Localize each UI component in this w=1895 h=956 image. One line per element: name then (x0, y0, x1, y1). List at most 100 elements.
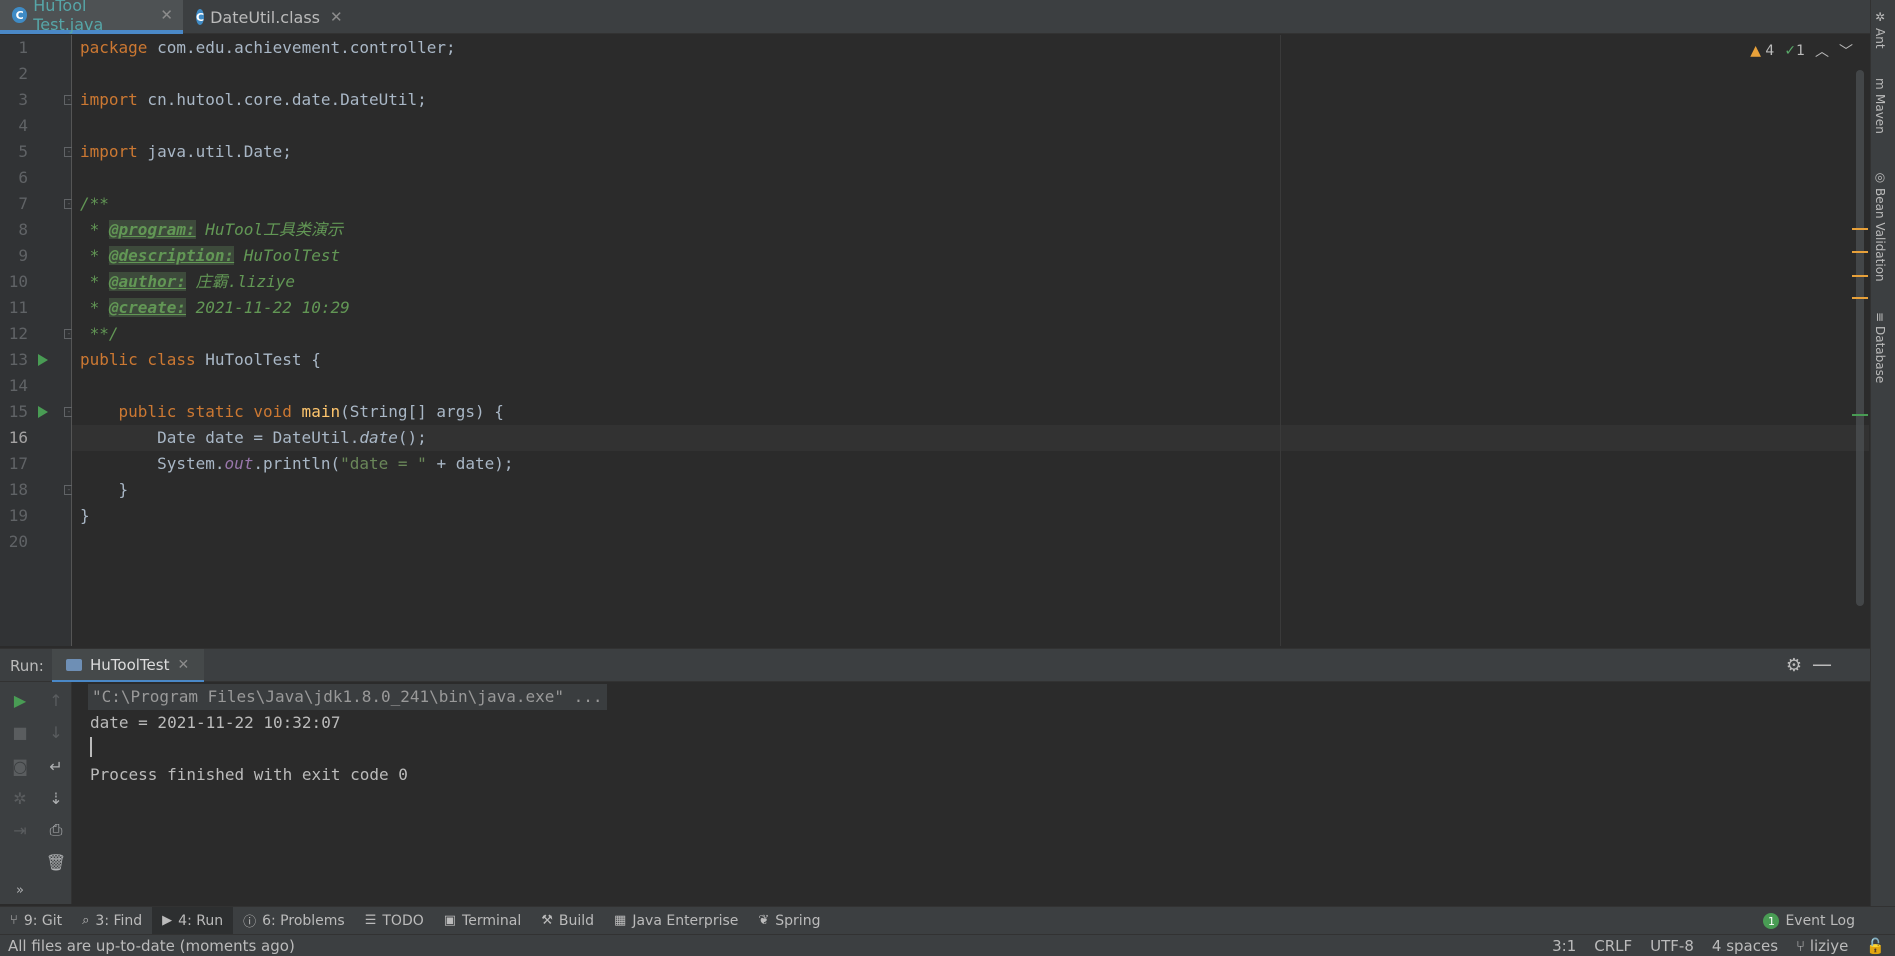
event-log-button[interactable]: 1 Event Log (1763, 907, 1855, 935)
tool-java-enterprise[interactable]: ▦ Java Enterprise (604, 907, 748, 935)
minimize-icon[interactable]: — (1812, 652, 1832, 676)
hammer-icon: ⚒ (541, 913, 553, 928)
git-branch-icon: ⑂ (10, 913, 18, 928)
inspection-widget[interactable]: ▲ 4 ✓1 ︿ ﹀ (1750, 41, 1853, 61)
line-number: 12 (8, 324, 28, 343)
console-output[interactable]: "C:\Program Files\Java\jdk1.8.0_241\bin\… (72, 682, 1869, 904)
warning-marker[interactable] (1852, 297, 1868, 299)
line-number: 10 (8, 272, 28, 291)
line-separator[interactable]: CRLF (1594, 937, 1632, 955)
run-config-icon (66, 658, 82, 671)
camera-icon[interactable]: ◙ (8, 754, 32, 778)
close-icon[interactable]: ✕ (330, 8, 343, 26)
tool-spring[interactable]: ❦ Spring (748, 907, 830, 935)
ok-count[interactable]: ✓1 (1784, 43, 1805, 59)
list-icon: ☰ (364, 913, 377, 928)
line-number: 2 (18, 64, 28, 83)
line-number: 16 (8, 428, 28, 447)
code-line-15: public static void main(String[] args) { (80, 402, 504, 421)
warning-marker[interactable] (1852, 251, 1868, 253)
terminal-icon: ▣ (443, 913, 457, 928)
line-number: 8 (18, 220, 28, 239)
login-icon[interactable]: ⇥ (8, 818, 32, 842)
code-line-5: import java.util.Date; (80, 142, 292, 161)
warning-marker[interactable] (1852, 228, 1868, 230)
close-icon[interactable]: ✕ (160, 6, 173, 24)
print-icon[interactable]: ⎙ (44, 818, 68, 842)
code-line-7: /** (80, 194, 109, 213)
lock-icon[interactable]: 🔓 (1866, 937, 1885, 955)
console-line: "C:\Program Files\Java\jdk1.8.0_241\bin\… (88, 684, 607, 710)
code-editor[interactable]: package com.edu.achievement.controller; … (72, 35, 1869, 646)
maven-tool[interactable]: m Maven (1873, 78, 1887, 134)
run-toolbar: ▶ ↑ ■ ↓ ◙ ↵ ✲ ⇣ ⇥ ⎙ 🗑 » (0, 682, 72, 904)
scroll-to-end-icon[interactable]: ⇣ (44, 786, 68, 810)
code-line-18: } (80, 480, 129, 499)
run-class-icon[interactable] (38, 354, 48, 366)
code-line-16: Date date = DateUtil.date(); (80, 428, 427, 447)
ant-tool[interactable]: ✲ Ant (1873, 10, 1887, 49)
check-icon: ✓ (1784, 43, 1797, 59)
file-encoding[interactable]: UTF-8 (1650, 937, 1694, 955)
line-number: 9 (18, 246, 28, 265)
status-widgets: 3:1 CRLF UTF-8 4 spaces ⑂ liziye 🔓 (1552, 937, 1885, 955)
line-number: 7 (18, 194, 28, 213)
close-icon[interactable]: ✕ (177, 657, 189, 673)
run-panel-header: Run: HuToolTest ✕ ⚙ — (0, 648, 1870, 683)
line-number: 14 (8, 376, 28, 395)
tab-hutooltest-java[interactable]: C HuTool​Test.java ✕ (0, 0, 183, 34)
trash-icon[interactable]: 🗑 (44, 850, 68, 874)
stop-icon[interactable]: ■ (8, 720, 32, 744)
tool-find[interactable]: ⌕ 3: Find (72, 907, 152, 935)
run-main-icon[interactable] (38, 406, 48, 418)
tool-build[interactable]: ⚒ Build (531, 907, 604, 935)
chevron-down-icon[interactable]: ﹀ (1839, 41, 1853, 61)
tool-git[interactable]: ⑂ 9: Git (0, 907, 72, 935)
git-branch-icon: ⑂ (1796, 937, 1806, 955)
warning-icon: ▲ (1750, 43, 1761, 59)
line-number: 1 (18, 38, 28, 57)
code-line-19: } (80, 506, 90, 525)
debug-icon[interactable]: ✲ (8, 786, 32, 810)
gear-icon[interactable]: ⚙ (1786, 655, 1802, 676)
tab-label: HuTool​Test.java (33, 0, 104, 34)
warning-count[interactable]: ▲ 4 (1750, 43, 1774, 59)
code-line-8: * @program: HuTool工具类演示 (80, 220, 344, 239)
code-line-12: **/ (80, 324, 119, 343)
code-line-11: * @create: 2021-11-22 10:29 (80, 298, 350, 317)
change-marker[interactable] (1852, 414, 1868, 416)
line-number: 19 (8, 506, 28, 525)
info-icon: ⓘ (243, 915, 257, 930)
rerun-icon[interactable]: ▶ (8, 688, 32, 712)
maven-icon: m (1873, 78, 1887, 90)
tool-terminal[interactable]: ▣ Terminal (434, 907, 531, 935)
run-label: Run: (10, 657, 44, 675)
indent-setting[interactable]: 4 spaces (1712, 937, 1778, 955)
chevron-up-icon[interactable]: ︿ (1815, 41, 1829, 61)
expand-more-icon[interactable]: » (8, 878, 32, 902)
line-number: 17 (8, 454, 28, 473)
caret-position[interactable]: 3:1 (1552, 937, 1576, 955)
run-tab-hutooltest[interactable]: HuToolTest ✕ (52, 649, 204, 683)
status-message[interactable]: All files are up-to-date (moments ago) (8, 937, 295, 955)
bean-validation-tool[interactable]: ◎ Bean Validation (1873, 170, 1887, 282)
line-number: 3 (18, 90, 28, 109)
soft-wrap-icon[interactable]: ↵ (44, 754, 68, 778)
arrow-up-icon[interactable]: ↑ (44, 688, 68, 712)
warning-marker[interactable] (1852, 275, 1868, 277)
play-icon: ▶ (162, 913, 173, 928)
arrow-down-icon[interactable]: ↓ (44, 720, 68, 744)
editor-gutter: 1 2 3 4 5 6 7 8 9 10 11 12 13 14 15 16 1… (0, 35, 74, 646)
bottom-tool-bar: ⑂ 9: Git ⌕ 3: Find ▶ 4: Run ⓘ 6: Problems ☰ T… (0, 906, 1895, 935)
right-margin-guide (1280, 35, 1281, 646)
editor-scrollbar[interactable] (1856, 70, 1864, 606)
ant-icon: ✲ (1873, 10, 1887, 24)
tab-dateutil-class[interactable]: C DateUtil.class ✕ (184, 0, 344, 34)
tool-todo[interactable]: ☰ TODO (355, 907, 434, 935)
code-line-10: * @author: 庄霸.liziye (80, 272, 296, 291)
git-branch[interactable]: ⑂ liziye (1796, 937, 1848, 955)
tool-run[interactable]: ▶ 4: Run (152, 906, 234, 935)
tool-problems[interactable]: ⓘ 6: Problems (233, 907, 355, 935)
leaf-icon: ❦ (758, 913, 770, 928)
database-tool[interactable]: ≡ Database (1873, 312, 1887, 383)
